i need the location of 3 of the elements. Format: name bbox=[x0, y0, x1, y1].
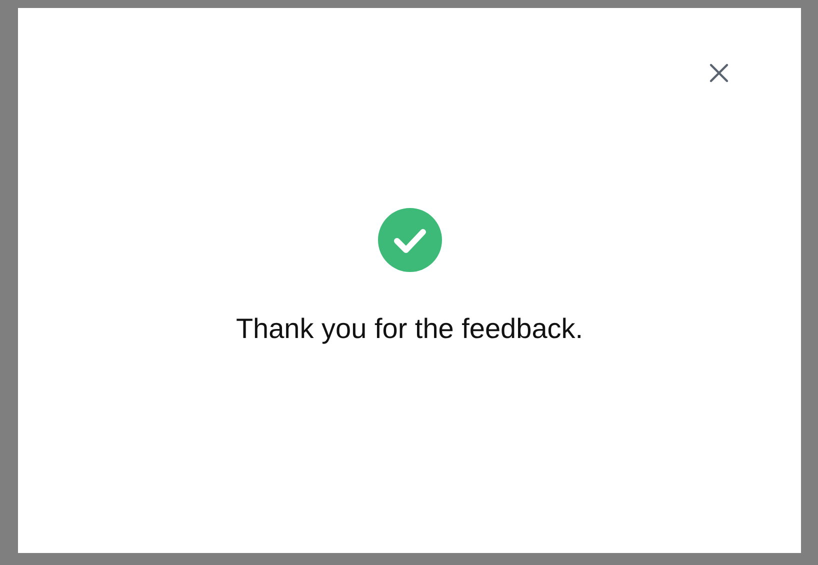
confirmation-message: Thank you for the feedback. bbox=[236, 312, 584, 346]
close-button[interactable] bbox=[707, 61, 731, 85]
check-circle-icon bbox=[378, 208, 442, 272]
